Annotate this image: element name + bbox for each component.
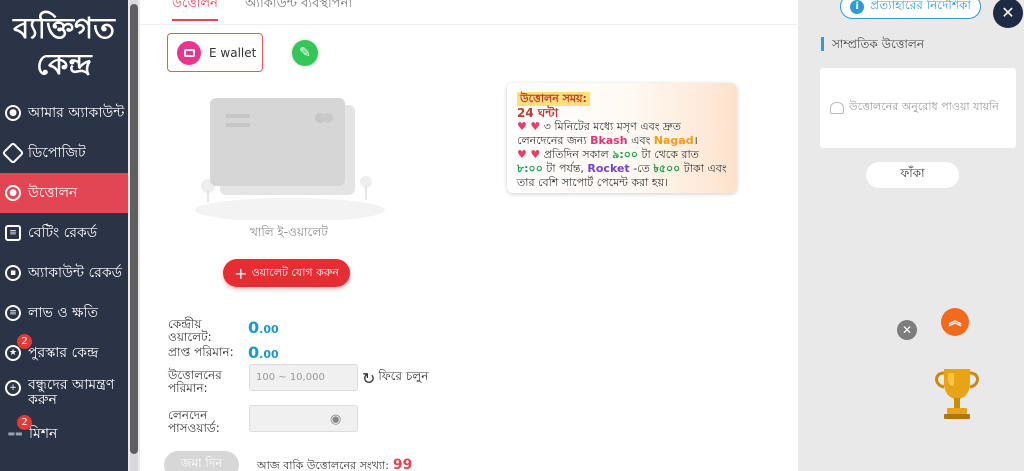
remaining-label: আজ বাকি উত্তোলনের সংখ্যা: (257, 459, 389, 471)
info-paragraph-2: ♥ ♥ প্রতিদিন সকাল ৯:০০ টা থেকে রাত ৮:০০ … (517, 148, 727, 190)
eye-hidden-icon[interactable]: ◉ (330, 412, 341, 427)
withdraw-info-box: উত্তোলন সময়: 24 ঘন্টা ♥ ♥ ৩ মিনিটের মধ্… (507, 83, 737, 193)
tab-account-management[interactable]: অ্যাকাউন্ট ব্যবস্থাপনা (245, 0, 352, 15)
receivable-label: প্রাপ্ত পরিমান: (168, 345, 234, 359)
remaining-value: 99 (392, 457, 413, 471)
dismiss-float-button[interactable]: ✕ (897, 320, 917, 340)
sidebar-title-line1: ব্যক্তিগত (13, 11, 115, 45)
receivable-int: 0 (248, 343, 260, 362)
trophy-icon[interactable] (930, 365, 984, 423)
tab-bar: উত্তোলন অ্যাকাউন্ট ব্যবস্থাপনা (140, 0, 798, 25)
info-text: এবং (627, 134, 654, 147)
recent-withdrawals-title: সাম্প্রতিক উত্তোলন (821, 37, 924, 51)
sidebar-item-label: আমার অ্যাকাউন্ট (28, 105, 125, 121)
empty-wallet-illustration (195, 98, 385, 220)
info-title: উত্তোলন সময়: (517, 92, 590, 106)
bkash-label: Bkash (590, 134, 628, 147)
withdraw-guide-label: প্রত্যাহারের নির্দেশিকা (870, 0, 971, 12)
tab-withdraw[interactable]: উত্তোলন (172, 0, 218, 21)
info-text: । (693, 134, 698, 147)
sidebar-title: ব্যক্তিগত কেন্দ্র (0, 0, 128, 95)
time-start: ৯:০০ (612, 148, 639, 161)
amount-label: ৳৫০০ (653, 162, 681, 175)
clear-button[interactable]: ফাঁকা (866, 162, 959, 188)
sidebar-item-betting-record[interactable]: ≡ বেটিং রেকর্ড (0, 213, 128, 253)
transaction-password-input[interactable] (249, 405, 358, 432)
sidebar-title-line2: কেন্দ্র (36, 47, 92, 81)
rocket-label: Rocket (587, 162, 630, 175)
sidebar-item-invite-friends[interactable]: + বন্ধুদের আমন্ত্রণ করুন (0, 372, 128, 416)
sidebar-item-label: লাভ ও ক্ষতি (28, 305, 98, 321)
time-end: ৮:০০ (517, 162, 543, 175)
sidebar-item-profit-loss[interactable]: ≡ লাভ ও ক্ষতি (0, 293, 128, 333)
remaining-withdrawals: আজ বাকি উত্তোলনের সংখ্যা: 99 (257, 457, 412, 471)
add-wallet-button[interactable]: + ওয়ালেট যোগ করুন (223, 259, 350, 287)
record-icon: ▪ (5, 265, 21, 281)
sidebar-item-label: উত্তোলন (28, 185, 78, 201)
edit-pencil-button[interactable]: ✎ (292, 40, 318, 66)
empty-wallet-text: খালি ই-ওয়ালেট (250, 225, 328, 239)
withdraw-amount-label: উত্তোলনের পরিমান: (168, 368, 222, 395)
withdraw-amount-input[interactable]: 100 ~ 10,000 (249, 364, 358, 391)
central-wallet-value: 0.00 (248, 318, 279, 337)
heart-icon: ♥ ♥ (517, 120, 541, 133)
central-wallet-dec: .00 (259, 323, 279, 336)
recent-withdrawals-empty: উত্তোলনের অনুরোধ পাওয়া যায়নি (830, 98, 999, 117)
central-wallet-label: কেন্দ্রীয় ওয়ালেট: (168, 317, 212, 344)
clipboard-icon: ≡ (5, 225, 21, 241)
sidebar-item-label: পুরস্কার কেন্দ্র (28, 345, 99, 361)
sidebar-item-label: অ্যাকাউন্ট রেকর্ড (28, 265, 122, 281)
account-icon: ● (5, 105, 21, 121)
go-back-label: ফিরে চলুন (378, 369, 429, 383)
receivable-value: 0.00 (248, 343, 279, 362)
sidebar-item-deposit[interactable]: ডিপোজিট (0, 133, 128, 173)
sidebar-item-account-record[interactable]: ▪ অ্যাকাউন্ট রেকর্ড (0, 253, 128, 293)
heart-icon: ♥ ♥ (517, 148, 541, 161)
ewallet-button[interactable]: E wallet (167, 33, 263, 72)
wallet-icon (177, 40, 201, 65)
central-wallet-int: 0 (248, 318, 260, 337)
close-button[interactable]: ✕ (993, 0, 1023, 28)
sidebar: ব্যক্তিগত কেন্দ্র ● আমার অ্যাকাউন্ট ডিপো… (0, 0, 128, 471)
withdraw-guide-button[interactable]: i প্রত্যাহারের নির্দেশিকা (840, 0, 981, 19)
add-wallet-label: ওয়ালেট যোগ করুন (251, 265, 339, 279)
refresh-icon: ↻ (362, 368, 376, 388)
rewards-badge: 2 (17, 334, 32, 349)
info-icon: i (850, 0, 865, 14)
ewallet-label: E wallet (209, 45, 257, 60)
nagad-label: Nagad (653, 134, 694, 147)
sidebar-item-my-account[interactable]: ● আমার অ্যাকাউন্ট (0, 93, 128, 133)
info-text: প্রতিদিন সকাল (543, 148, 613, 161)
withdraw-panel: উত্তোলন অ্যাকাউন্ট ব্যবস্থাপনা E wallet … (140, 0, 798, 471)
profit-loss-icon: ≡ (5, 305, 21, 321)
mission-badge: 2 (17, 415, 32, 430)
withdraw-icon: ● (5, 185, 21, 201)
transaction-password-label: লেনদেন পাসওয়ার্ড: (168, 408, 220, 435)
sidebar-item-withdraw[interactable]: ● উত্তোলন (0, 173, 128, 213)
info-text: টা থেকে রাত (638, 148, 699, 161)
star-icon: ★ (5, 345, 21, 361)
sidebar-item-label: মিশন (29, 426, 58, 442)
receivable-dec: .00 (259, 348, 279, 361)
go-back-button[interactable]: ↻ ফিরে চলুন (362, 368, 428, 388)
bell-icon (830, 101, 844, 114)
scroll-top-button[interactable]: ︽ (941, 308, 969, 336)
info-hours: 24 ঘন্টা (517, 106, 559, 120)
submit-button[interactable]: জমা দিন (164, 451, 239, 471)
recent-empty-text: উত্তোলনের অনুরোধ পাওয়া যায়নি (849, 100, 999, 113)
sidebar-item-label: বন্ধুদের আমন্ত্রণ করুন (28, 377, 115, 408)
sidebar-scrollbar-thumb[interactable] (130, 4, 138, 454)
info-text: টা পর্যন্ত, (542, 162, 588, 175)
deposit-icon (1, 141, 25, 165)
plus-icon: + (234, 263, 248, 283)
sidebar-item-label: ডিপোজিট (28, 145, 86, 161)
invite-friends-icon: + (5, 380, 21, 396)
info-paragraph-1: ♥ ♥ ৩ মিনিটের মধ্যে মসৃণ এবং দ্রুত লেনদে… (517, 120, 727, 148)
sidebar-item-label: বেটিং রেকর্ড (28, 225, 98, 241)
info-text: -তে (629, 162, 654, 175)
